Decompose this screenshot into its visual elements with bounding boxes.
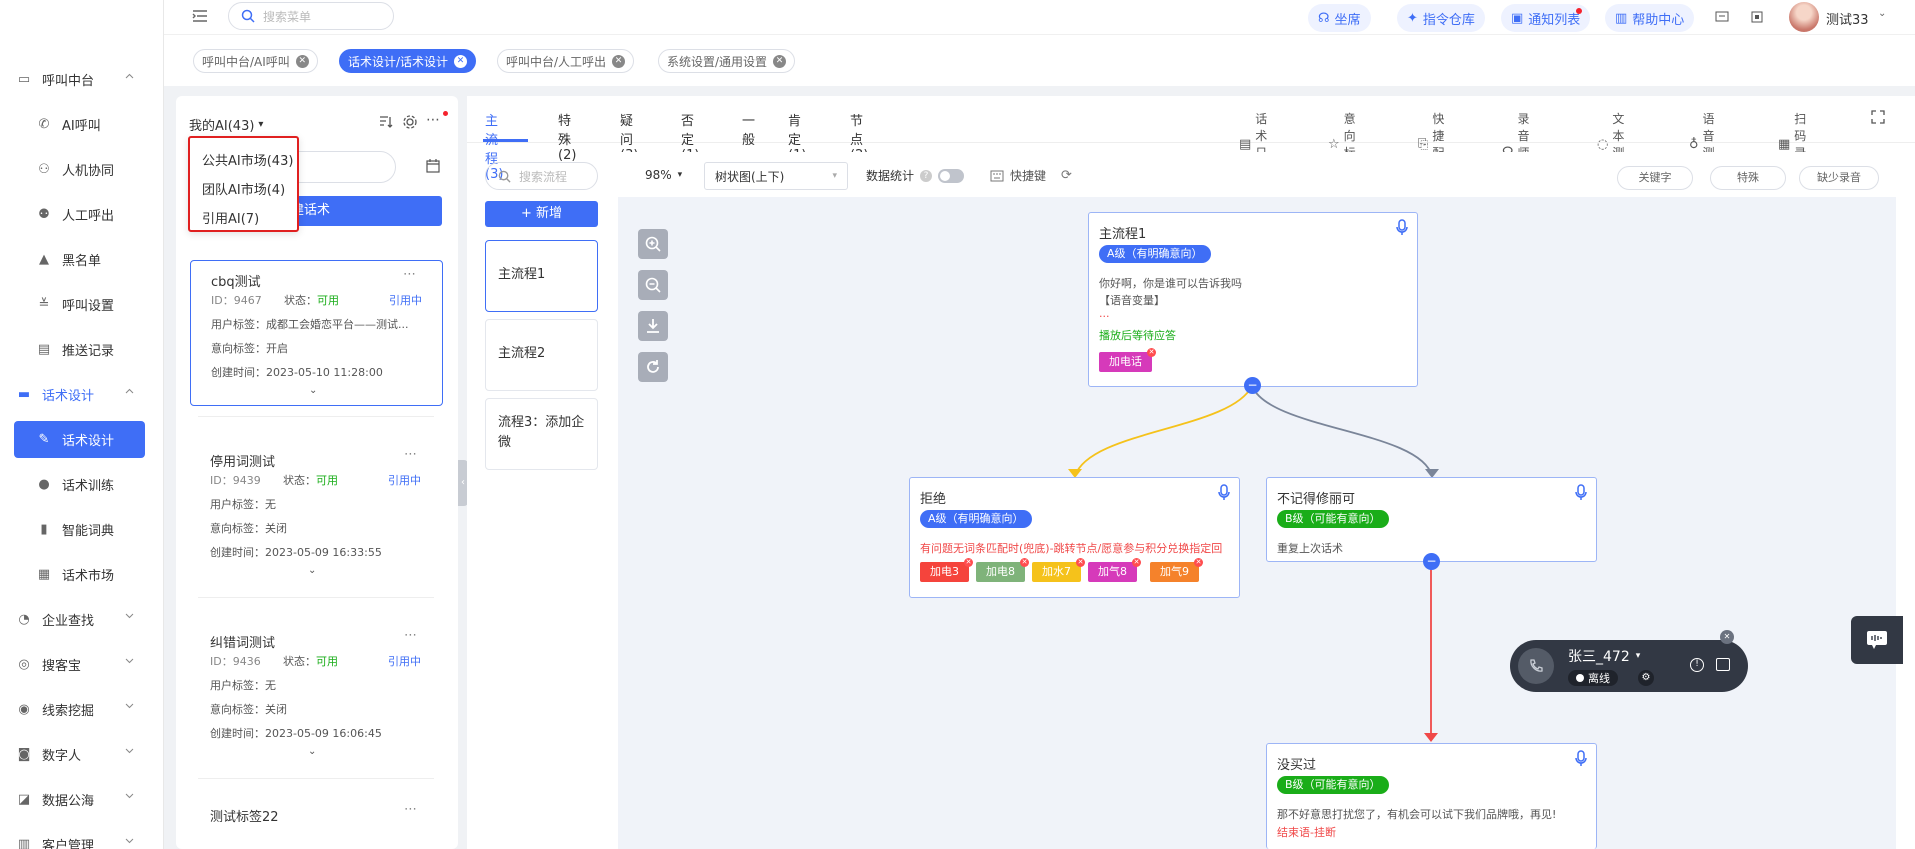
node-end: 结束语-挂断 [1277,826,1336,839]
node-tag-label: 加气9 [1160,565,1189,578]
status-dot-icon [1576,674,1584,682]
node-tag-label: 加电8 [986,565,1015,578]
node-text: 那不好意思打扰您了，有机会可以试下我们品牌哦，再见! [1277,808,1557,821]
close-icon[interactable]: ✕ [1194,558,1203,567]
close-icon[interactable]: ✕ [1020,558,1029,567]
call-widget[interactable]: 张三_472 ▾ 离线 ⚙ ! ✕ [1510,630,1748,692]
node-title: 主流程1 [1099,227,1147,242]
node-tag[interactable]: 加电3 ✕ [920,558,973,582]
node-level-badge: B级（可能有意向） [1277,776,1389,794]
caller-name[interactable]: 张三_472 ▾ [1568,646,1640,666]
window-icon[interactable] [1716,658,1730,671]
node-title: 没买过 [1277,758,1317,773]
collapse-node-icon[interactable]: − [1423,553,1440,570]
node-level-badge: A级（有明确意向） [920,510,1032,528]
collapse-node-icon[interactable]: − [1244,377,1261,394]
caller-name-text: 张三_472 [1568,649,1630,665]
phone-icon[interactable] [1518,648,1554,684]
flow-node-reject[interactable]: 拒绝 A级（有明确意向） 有问题无词条匹配时(兜底)-跳转节点/愿意参与积分兑换… [909,477,1240,598]
node-tag-label: 加水7 [1042,565,1071,578]
node-ellipsis: ... [1099,307,1110,320]
node-tag-label: 加气8 [1098,565,1127,578]
node-tag-label: 加电3 [930,565,959,578]
node-variable: 【语音变量】 [1099,294,1165,307]
microphone-icon[interactable] [1574,484,1588,502]
info-icon[interactable]: ! [1690,658,1704,672]
node-level-badge: B级（可能有意向） [1277,510,1389,528]
caret-down-icon: ▾ [1635,651,1641,661]
chat-bubble-icon [1866,630,1888,650]
chat-float-button[interactable] [1851,616,1903,664]
node-tag[interactable]: 加气8 ✕ [1088,558,1141,582]
node-tag-label: 加电话 [1109,355,1142,368]
dropdown-item-team-ai[interactable]: 团队AI市场(4) [202,179,285,198]
node-tag[interactable]: 加电8 ✕ [976,558,1029,582]
close-icon[interactable]: ✕ [1076,558,1085,567]
node-status: 播放后等待应答 [1099,329,1176,342]
node-tag[interactable]: 加气9 ✕ [1150,558,1203,582]
status-text: 离线 [1588,672,1610,685]
node-text: 重复上次话术 [1277,542,1343,555]
node-title: 拒绝 [920,492,947,507]
close-icon[interactable]: ✕ [964,558,973,567]
flow-node-forget[interactable]: 不记得修丽可 B级（可能有意向） 重复上次话术 [1266,477,1597,562]
close-icon[interactable]: ✕ [1147,348,1156,357]
node-tag[interactable]: 加水7 ✕ [1032,558,1085,582]
ai-market-dropdown: 公共AI市场(43) 团队AI市场(4) 引用AI(7) [188,136,299,232]
node-title: 不记得修丽可 [1277,492,1356,507]
node-text: 你好啊，你是谁可以告诉我吗 [1099,277,1242,290]
dropdown-item-ref-ai[interactable]: 引用AI(7) [202,208,259,227]
settings-icon[interactable]: ⚙ [1638,670,1654,686]
dropdown-item-public-ai[interactable]: 公共AI市场(43) [202,150,293,169]
microphone-icon[interactable] [1217,484,1231,502]
flow-node-main1[interactable]: 主流程1 A级（有明确意向） 你好啊，你是谁可以告诉我吗 【语音变量】 ... … [1088,212,1418,387]
close-icon[interactable]: ✕ [1132,558,1141,567]
microphone-icon[interactable] [1574,750,1588,768]
microphone-icon[interactable] [1395,219,1409,237]
node-tag[interactable]: 加电话 ✕ [1099,348,1156,372]
node-rule: 有问题无词条匹配时(兜底)-跳转节点/愿意参与积分兑换指定回 [920,542,1223,555]
flow-node-not-bought[interactable]: 没买过 B级（可能有意向） 那不好意思打扰您了，有机会可以试下我们品牌哦，再见!… [1266,743,1597,849]
status-badge[interactable]: 离线 [1568,670,1618,686]
close-icon[interactable]: ✕ [1720,630,1734,644]
flow-connectors [1068,385,1439,742]
node-level-badge: A级（有明确意向） [1099,245,1211,263]
